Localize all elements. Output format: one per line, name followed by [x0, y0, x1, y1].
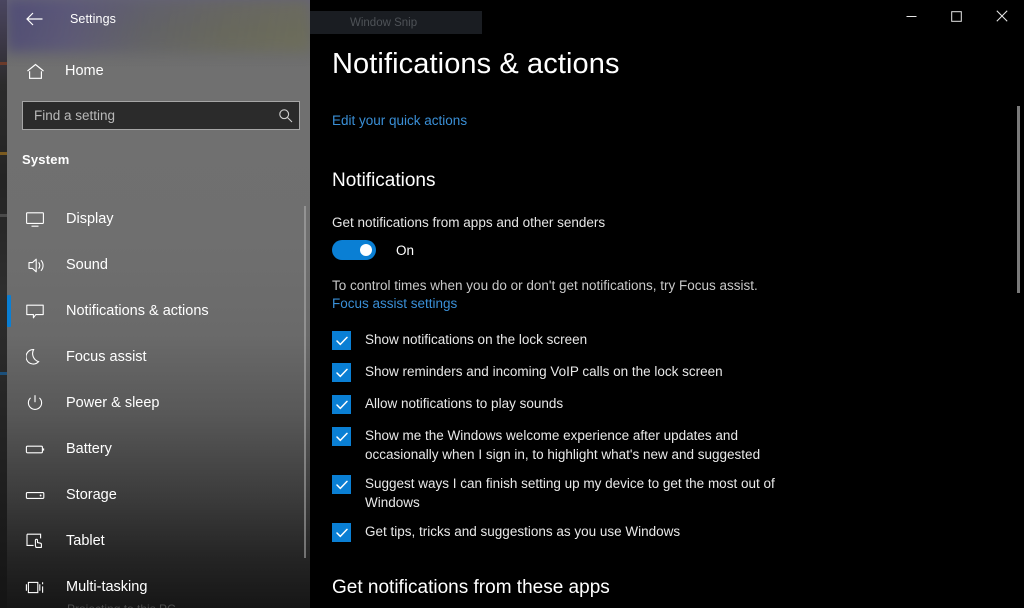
- checkbox-lock-screen[interactable]: [332, 331, 351, 350]
- check-icon: [336, 480, 348, 490]
- sidebar-item-power-sleep[interactable]: Power & sleep: [7, 380, 303, 426]
- sidebar-cut-item: Projecting to this PC: [67, 602, 176, 608]
- sidebar-scrollbar[interactable]: [304, 206, 306, 558]
- sidebar-item-label-home: Home: [65, 63, 104, 79]
- selection-indicator: [7, 571, 11, 603]
- check-icon: [336, 432, 348, 442]
- sidebar-item-label: Tablet: [66, 533, 105, 549]
- checkbox-suggest-setup[interactable]: [332, 475, 351, 494]
- sidebar-item-label: Multi-tasking: [66, 579, 147, 595]
- checkbox-row-suggest-setup[interactable]: Suggest ways I can finish setting up my …: [332, 474, 812, 512]
- multitasking-icon: [21, 579, 49, 596]
- selection-indicator: [7, 203, 11, 235]
- sidebar-nav-list: Display Sound: [7, 196, 303, 608]
- sidebar-item-storage[interactable]: Storage: [7, 472, 303, 518]
- checkbox-row-lock-screen[interactable]: Show notifications on the lock screen: [332, 330, 812, 350]
- sidebar-item-notifications-actions[interactable]: Notifications & actions: [7, 288, 303, 334]
- apps-section-heading: Get notifications from these apps: [332, 577, 610, 599]
- monitor-icon: [21, 211, 49, 228]
- master-notifications-toggle-row: On: [332, 240, 414, 260]
- nav-group-title: System: [22, 152, 69, 167]
- sidebar-item-label: Power & sleep: [66, 395, 160, 411]
- sidebar-item-label: Focus assist: [66, 349, 147, 365]
- window-controls: [889, 0, 1024, 32]
- sidebar-item-label: Notifications & actions: [66, 303, 209, 319]
- checkbox-row-welcome-experience[interactable]: Show me the Windows welcome experience a…: [332, 426, 812, 464]
- check-icon: [336, 528, 348, 538]
- checkbox-welcome-experience[interactable]: [332, 427, 351, 446]
- speaker-icon: [21, 257, 49, 274]
- maximize-icon: [951, 11, 962, 22]
- minimize-button[interactable]: [889, 0, 934, 32]
- selection-indicator: [7, 479, 11, 511]
- settings-window: Settings Home System: [0, 0, 1024, 608]
- checkbox-voip-lock-screen[interactable]: [332, 363, 351, 382]
- checkbox-label: Allow notifications to play sounds: [365, 394, 563, 413]
- checkbox-label: Get tips, tricks and suggestions as you …: [365, 522, 680, 541]
- notifications-section-heading: Notifications: [332, 170, 436, 192]
- focus-assist-hint: To control times when you do or don't ge…: [332, 278, 758, 293]
- checkbox-row-play-sounds[interactable]: Allow notifications to play sounds: [332, 394, 812, 414]
- focus-assist-settings-link[interactable]: Focus assist settings: [332, 296, 457, 311]
- navigation-pane: Settings Home System: [7, 0, 310, 608]
- moon-icon: [21, 348, 49, 366]
- selection-indicator: [7, 341, 11, 373]
- sidebar-item-tablet[interactable]: Tablet: [7, 518, 303, 564]
- sidebar-item-label: Display: [66, 211, 114, 227]
- home-icon: [21, 63, 49, 80]
- toggle-knob: [360, 244, 372, 256]
- maximize-button[interactable]: [934, 0, 979, 32]
- checkbox-label: Suggest ways I can finish setting up my …: [365, 474, 812, 512]
- sidebar-item-battery[interactable]: Battery: [7, 426, 303, 472]
- page-title: Notifications & actions: [332, 48, 620, 81]
- left-titlebar: Settings: [7, 0, 310, 38]
- sidebar-item-sound[interactable]: Sound: [7, 242, 303, 288]
- window-snip-label: Window Snip: [350, 17, 417, 29]
- back-button[interactable]: [14, 4, 54, 34]
- close-button[interactable]: [979, 0, 1024, 32]
- check-icon: [336, 400, 348, 410]
- checkbox-label: Show reminders and incoming VoIP calls o…: [365, 362, 723, 381]
- search-icon[interactable]: [271, 102, 299, 129]
- window-snip-overlay: Window Snip: [310, 11, 482, 34]
- sidebar-item-label: Storage: [66, 487, 117, 503]
- checkbox-label: Show me the Windows welcome experience a…: [365, 426, 812, 464]
- checkbox-label: Show notifications on the lock screen: [365, 330, 587, 349]
- master-notifications-toggle[interactable]: [332, 240, 376, 260]
- selection-indicator: [7, 387, 11, 419]
- battery-icon: [21, 443, 49, 456]
- master-notifications-label: Get notifications from apps and other se…: [332, 215, 605, 230]
- selection-indicator: [7, 433, 11, 465]
- app-title: Settings: [70, 12, 116, 26]
- selection-indicator: [7, 295, 11, 327]
- edit-quick-actions-link[interactable]: Edit your quick actions: [332, 113, 467, 128]
- sidebar-item-focus-assist[interactable]: Focus assist: [7, 334, 303, 380]
- checkbox-play-sounds[interactable]: [332, 395, 351, 414]
- tablet-hand-icon: [21, 532, 49, 550]
- check-icon: [336, 336, 348, 346]
- content-pane: Window Snip Notifications & actions Edit…: [310, 0, 1024, 608]
- chat-bubble-icon: [21, 303, 49, 320]
- checkbox-tips-tricks[interactable]: [332, 523, 351, 542]
- check-icon: [336, 368, 348, 378]
- toggle-state-label: On: [396, 243, 414, 258]
- checkbox-row-tips-tricks[interactable]: Get tips, tricks and suggestions as you …: [332, 522, 812, 542]
- checkbox-row-voip-lock-screen[interactable]: Show reminders and incoming VoIP calls o…: [332, 362, 812, 382]
- selection-indicator: [7, 249, 11, 281]
- notification-options-list: Show notifications on the lock screen Sh…: [332, 330, 812, 554]
- selection-indicator: [7, 525, 11, 557]
- content-scrollbar[interactable]: [1017, 106, 1020, 293]
- sidebar-item-display[interactable]: Display: [7, 196, 303, 242]
- back-arrow-icon: [26, 12, 43, 26]
- sidebar-item-label: Sound: [66, 257, 108, 273]
- sidebar-item-home[interactable]: Home: [7, 56, 297, 86]
- close-icon: [996, 10, 1008, 22]
- search-box[interactable]: [22, 101, 300, 130]
- power-icon: [21, 394, 49, 412]
- search-input[interactable]: [23, 108, 271, 123]
- drive-icon: [21, 489, 49, 502]
- sidebar-item-label: Battery: [66, 441, 112, 457]
- minimize-icon: [906, 11, 917, 22]
